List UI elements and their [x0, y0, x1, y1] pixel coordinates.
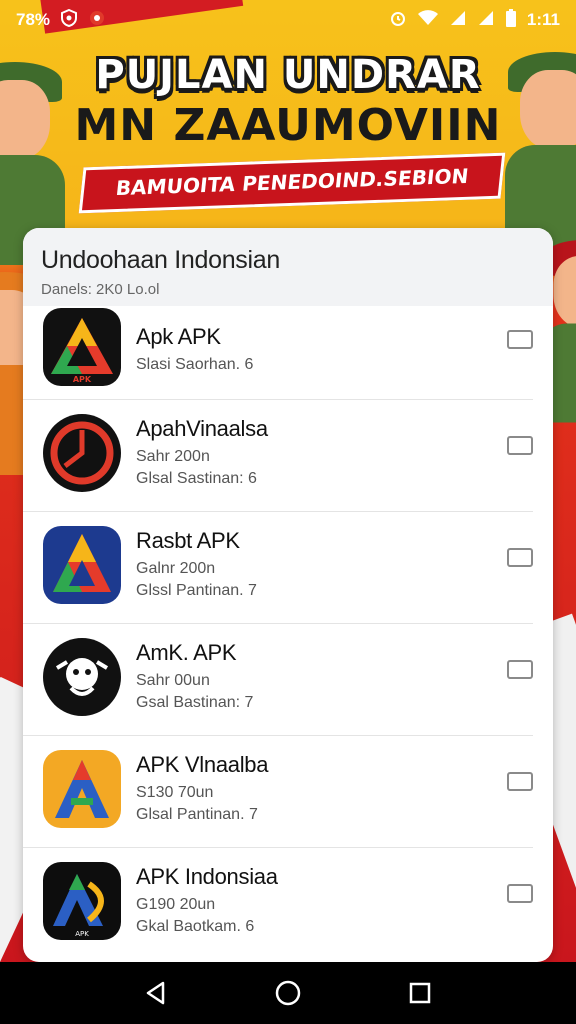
select-checkbox[interactable]: [507, 436, 533, 455]
select-checkbox[interactable]: [507, 660, 533, 679]
app-meta: S130 70un: [136, 784, 214, 801]
list-item[interactable]: Rasbt APK Galnr 200n Glssl Pantinan. 7: [23, 512, 533, 624]
banner-title-line1: PUJLAN UNDRAR: [95, 52, 481, 98]
app-meta: Gkal Baotkam. 6: [136, 918, 255, 935]
app-meta: Gsal Bastinan: 7: [136, 694, 254, 711]
clock-ring-icon: [43, 414, 121, 492]
triangle-a-icon: APK: [43, 308, 121, 386]
signal-icon: [477, 9, 495, 32]
app-meta: Galnr 200n: [136, 560, 216, 577]
letter-a-icon: [43, 750, 121, 828]
app-name: Rasbt APK: [136, 528, 240, 553]
signal-icon: [449, 9, 467, 32]
app-list: APK Apk APK Slasi Saorhan. 6 ApahVinaals…: [23, 306, 553, 960]
card-subtitle: Danels: 2K0 Lo.ol: [41, 281, 160, 298]
alarm-icon: [389, 9, 407, 32]
app-meta: Glsal Pantinan. 7: [136, 806, 258, 823]
list-item[interactable]: APK Apk APK Slasi Saorhan. 6: [23, 306, 533, 400]
list-item[interactable]: APK APK Indonsiaa G190 20un Gkal Baotkam…: [23, 848, 533, 960]
card-header: Undoohaan Indonsian Danels: 2K0 Lo.ol: [23, 228, 553, 306]
clock-time: 1:11: [526, 10, 560, 29]
app-meta: Sahr 00un: [136, 672, 210, 689]
app-meta: G190 20un: [136, 896, 216, 913]
battery-percentage: 78%: [16, 10, 51, 29]
svg-text:APK: APK: [75, 930, 89, 938]
svg-text:APK: APK: [73, 375, 92, 384]
app-meta: Glssl Pantinan. 7: [136, 582, 257, 599]
list-item[interactable]: ApahVinaalsa Sahr 200n Glsal Sastinan: 6: [23, 400, 533, 512]
shield-icon: [60, 8, 78, 32]
select-checkbox[interactable]: [507, 548, 533, 567]
list-item[interactable]: APK Vlnaalba S130 70un Glsal Pantinan. 7: [23, 736, 533, 848]
list-item[interactable]: AmK. APK Sahr 00un Gsal Bastinan: 7: [23, 624, 533, 736]
mascot-icon: [43, 638, 121, 716]
back-icon[interactable]: [136, 973, 176, 1013]
app-name: ApahVinaalsa: [136, 416, 268, 441]
app-name: Apk APK: [136, 324, 221, 349]
app-name: APK Indonsiaa: [136, 864, 278, 889]
recents-icon[interactable]: [400, 973, 440, 1013]
app-name: APK Vlnaalba: [136, 752, 269, 777]
battery-icon: [505, 8, 517, 33]
banner-title-line2: MN ZAAUMOVIIN: [74, 100, 502, 151]
notification-icon: [88, 9, 106, 32]
app-meta: Glsal Sastinan: 6: [136, 470, 257, 487]
navigation-bar: [0, 962, 576, 1024]
select-checkbox[interactable]: [507, 330, 533, 349]
select-checkbox[interactable]: [507, 772, 533, 791]
home-icon[interactable]: [268, 973, 308, 1013]
select-checkbox[interactable]: [507, 884, 533, 903]
card-title: Undoohaan Indonsian: [41, 246, 280, 274]
app-meta: Slasi Saorhan. 6: [136, 356, 254, 373]
letter-a-icon: APK: [43, 862, 121, 940]
triangle-a-icon: [43, 526, 121, 604]
app-name: AmK. APK: [136, 640, 237, 665]
app-list-card: Undoohaan Indonsian Danels: 2K0 Lo.ol AP…: [23, 228, 553, 962]
banner-subtitle: BAMUOITA PENEDOIND.SEBION: [78, 152, 506, 214]
status-bar: 78% 1:11: [0, 0, 576, 40]
app-meta: Sahr 200n: [136, 448, 210, 465]
wifi-icon: [417, 9, 439, 32]
